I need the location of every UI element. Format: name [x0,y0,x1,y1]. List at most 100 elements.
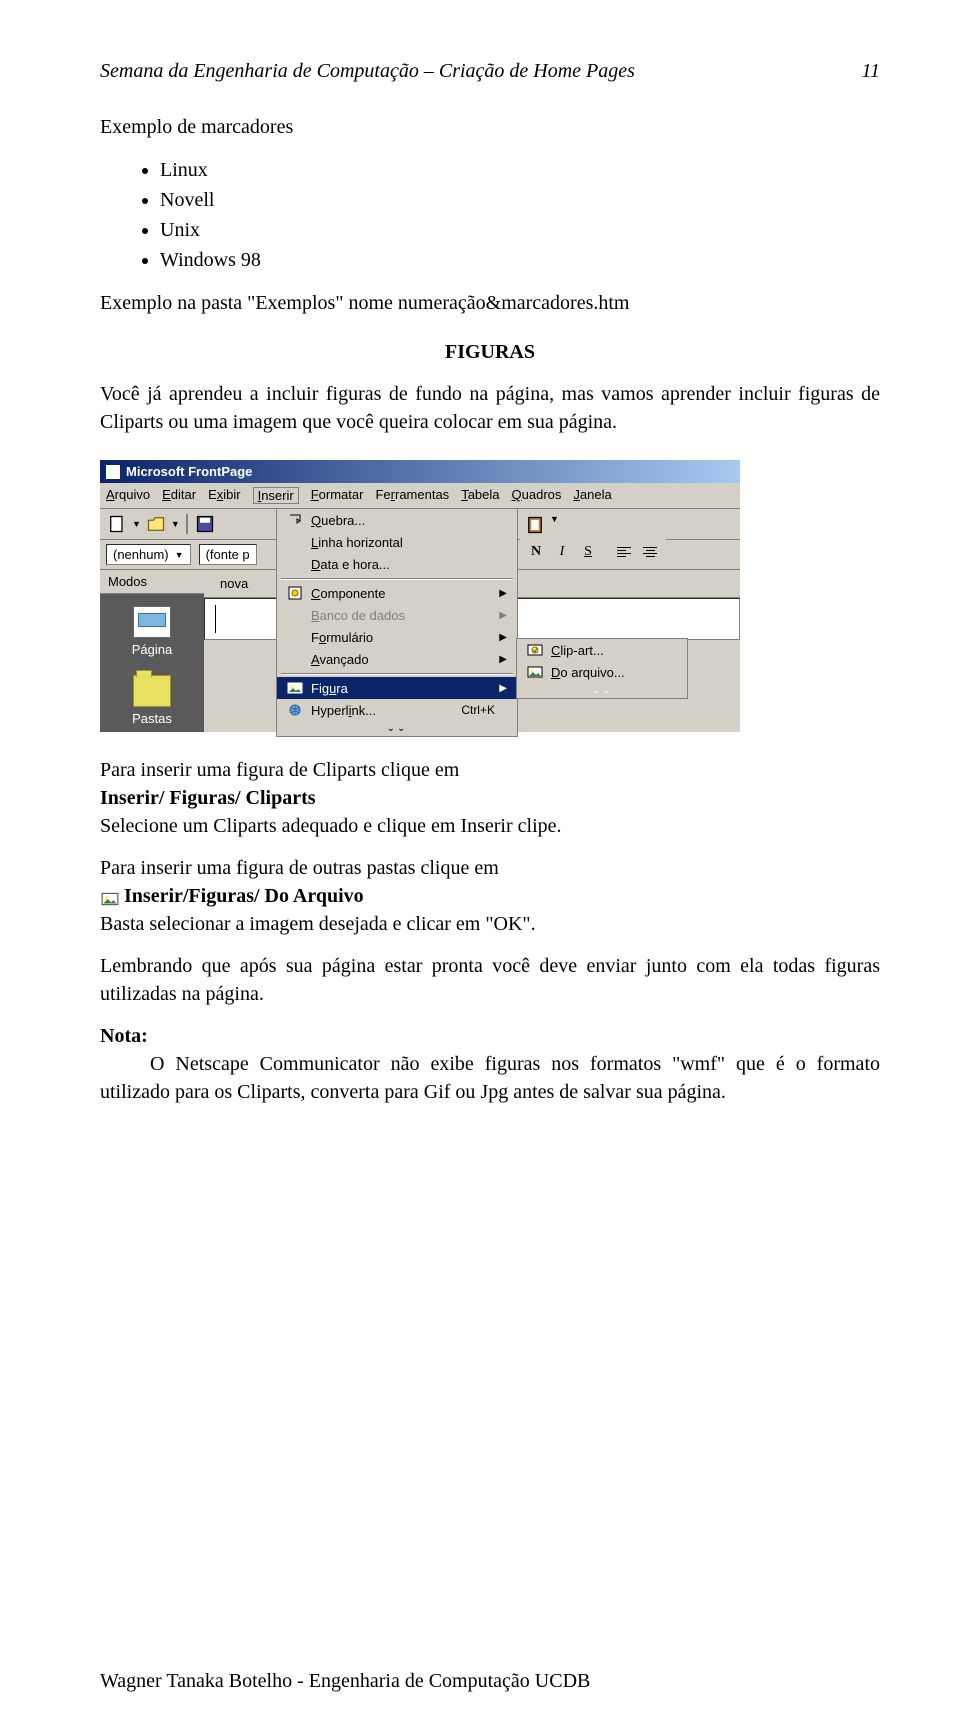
chevron-right-icon: ▶ [499,632,507,643]
text-cursor [215,605,216,633]
font-combo-value: (fonte p [206,547,250,562]
sidebar-item-pagina[interactable]: Página [100,594,204,663]
underline-button[interactable]: S [576,541,600,563]
nota-body: O Netscape Communicator não exibe figura… [100,1050,880,1106]
blank-icon [287,651,303,667]
dropdown-arrow-icon: ▼ [175,550,184,560]
paste-button[interactable] [524,514,546,536]
page-view-icon [133,606,171,638]
blank-icon [287,629,303,645]
page-footer: Wagner Tanaka Botelho - Engenharia de Co… [100,1670,590,1693]
menu-inserir[interactable]: Inserir [253,487,299,504]
align-center-button[interactable] [638,541,662,563]
menu-item-data-hora[interactable]: Data e hora... [277,553,517,575]
paragraph-lembrando: Lembrando que após sua página estar pron… [100,952,880,1008]
folders-view-icon [133,675,171,707]
dropdown-arrow-icon[interactable]: ▼ [132,519,141,529]
expand-chevrons-icon[interactable]: ⌄⌄ [517,683,687,698]
menu-item-hyperlink[interactable]: Hyperlink... Ctrl+K [277,699,517,721]
expand-chevrons-icon[interactable]: ⌄⌄ [277,721,517,736]
menu-exibir[interactable]: Exibir [208,487,241,504]
new-button[interactable] [106,513,128,535]
image-icon [287,680,303,696]
inserir-dropdown: Quebra... Linha horizontal Data e hora..… [276,509,518,737]
clipart-icon [527,642,543,658]
tab-label[interactable]: nova [212,574,256,593]
menu-item-linha-horizontal[interactable]: Linha horizontal [277,531,517,553]
menu-item-label: Figura [311,681,348,696]
italic-button[interactable]: I [550,541,574,563]
menu-separator [281,673,513,674]
sidebar-header: Modos [100,570,204,594]
paragraph-cliparts: Para inserir uma figura de Cliparts cliq… [100,756,880,840]
menu-formatar[interactable]: Formatar [311,487,364,504]
text-line: Para inserir uma figura de outras pastas… [100,857,499,879]
image-icon [100,888,120,906]
save-icon [195,514,215,534]
menu-ferramentas[interactable]: Ferramentas [375,487,449,504]
menu-tabela[interactable]: Tabela [461,487,499,504]
menu-item-quebra[interactable]: Quebra... [277,509,517,531]
list-item: Windows 98 [160,245,880,275]
menu-item-label: Hyperlink... [311,703,376,718]
paragraph-intro: Você já aprendeu a incluir figuras de fu… [100,380,880,436]
text-line: Basta selecionar a imagem desejada e cli… [100,913,536,935]
menu-item-label: Componente [311,586,385,601]
blank-icon [287,534,303,550]
title-bar: Microsoft FrontPage [100,460,740,483]
bullet-list: Linux Novell Unix Windows 98 [160,155,880,275]
align-left-icon [617,547,631,557]
font-combo[interactable]: (fonte p [199,544,257,565]
sidebar-item-pastas[interactable]: Pastas [100,663,204,732]
submenu-item-clipart[interactable]: Clip-art... [517,639,687,661]
style-combo[interactable]: (nenhum) ▼ [106,544,191,565]
frontpage-screenshot: Microsoft FrontPage Arquivo Editar Exibi… [100,460,740,732]
submenu-item-label: Do arquivo... [551,665,625,680]
header-title: Semana da Engenharia de Computação – Cri… [100,60,635,83]
menu-arquivo[interactable]: Arquivo [106,487,150,504]
page-header: Semana da Engenharia de Computação – Cri… [100,60,880,83]
dropdown-arrow-icon[interactable]: ▼ [171,519,180,529]
menu-editar[interactable]: Editar [162,487,196,504]
app-title: Microsoft FrontPage [126,464,252,479]
blank-icon [287,556,303,572]
menu-item-label: Linha horizontal [311,535,403,550]
nota-label: Nota: [100,1025,148,1047]
paragraph-nota: Nota: O Netscape Communicator não exibe … [100,1022,880,1106]
sidebar-item-label: Página [132,642,172,657]
menu-item-componente[interactable]: Componente ▶ [277,582,517,604]
clipboard-icon [525,515,545,535]
component-icon [287,585,303,601]
menu-janela[interactable]: Janela [573,487,611,504]
chevron-right-icon: ▶ [499,654,507,665]
menu-bar: Arquivo Editar Exibir Inserir Formatar F… [100,483,740,509]
menu-item-figura[interactable]: Figura ▶ Clip-art... [277,677,517,699]
open-button[interactable] [145,513,167,535]
list-item: Novell [160,185,880,215]
section-title-figuras: FIGURAS [100,341,880,364]
align-center-icon [643,547,657,557]
menu-item-formulario[interactable]: Formulário ▶ [277,626,517,648]
submenu-item-do-arquivo[interactable]: Do arquivo... [517,661,687,683]
menu-shortcut: Ctrl+K [461,703,495,717]
link-icon [287,702,303,718]
dropdown-arrow-icon[interactable]: ▼ [550,514,559,536]
list-item: Linux [160,155,880,185]
sidebar-item-label: Pastas [132,711,172,726]
break-icon [287,512,303,528]
menu-item-avancado[interactable]: Avançado ▶ [277,648,517,670]
submenu-item-label: Clip-art... [551,643,604,658]
header-page-number: 11 [861,60,880,83]
paragraph-outras-pastas: Para inserir uma figura de outras pastas… [100,854,880,938]
save-button[interactable] [194,513,216,535]
chevron-right-icon: ▶ [499,683,507,694]
new-icon [107,514,127,534]
text-line: Para inserir uma figura de Cliparts cliq… [100,759,459,781]
bold-button[interactable]: N [524,541,548,563]
menu-label-rest: rquivo [115,487,150,502]
align-left-button[interactable] [612,541,636,563]
toolbar-separator [186,514,188,534]
heading-exemplo-marcadores: Exemplo de marcadores [100,113,880,141]
menu-quadros[interactable]: Quadros [512,487,562,504]
figura-submenu: Clip-art... Do arquivo... ⌄⌄ [516,638,688,699]
